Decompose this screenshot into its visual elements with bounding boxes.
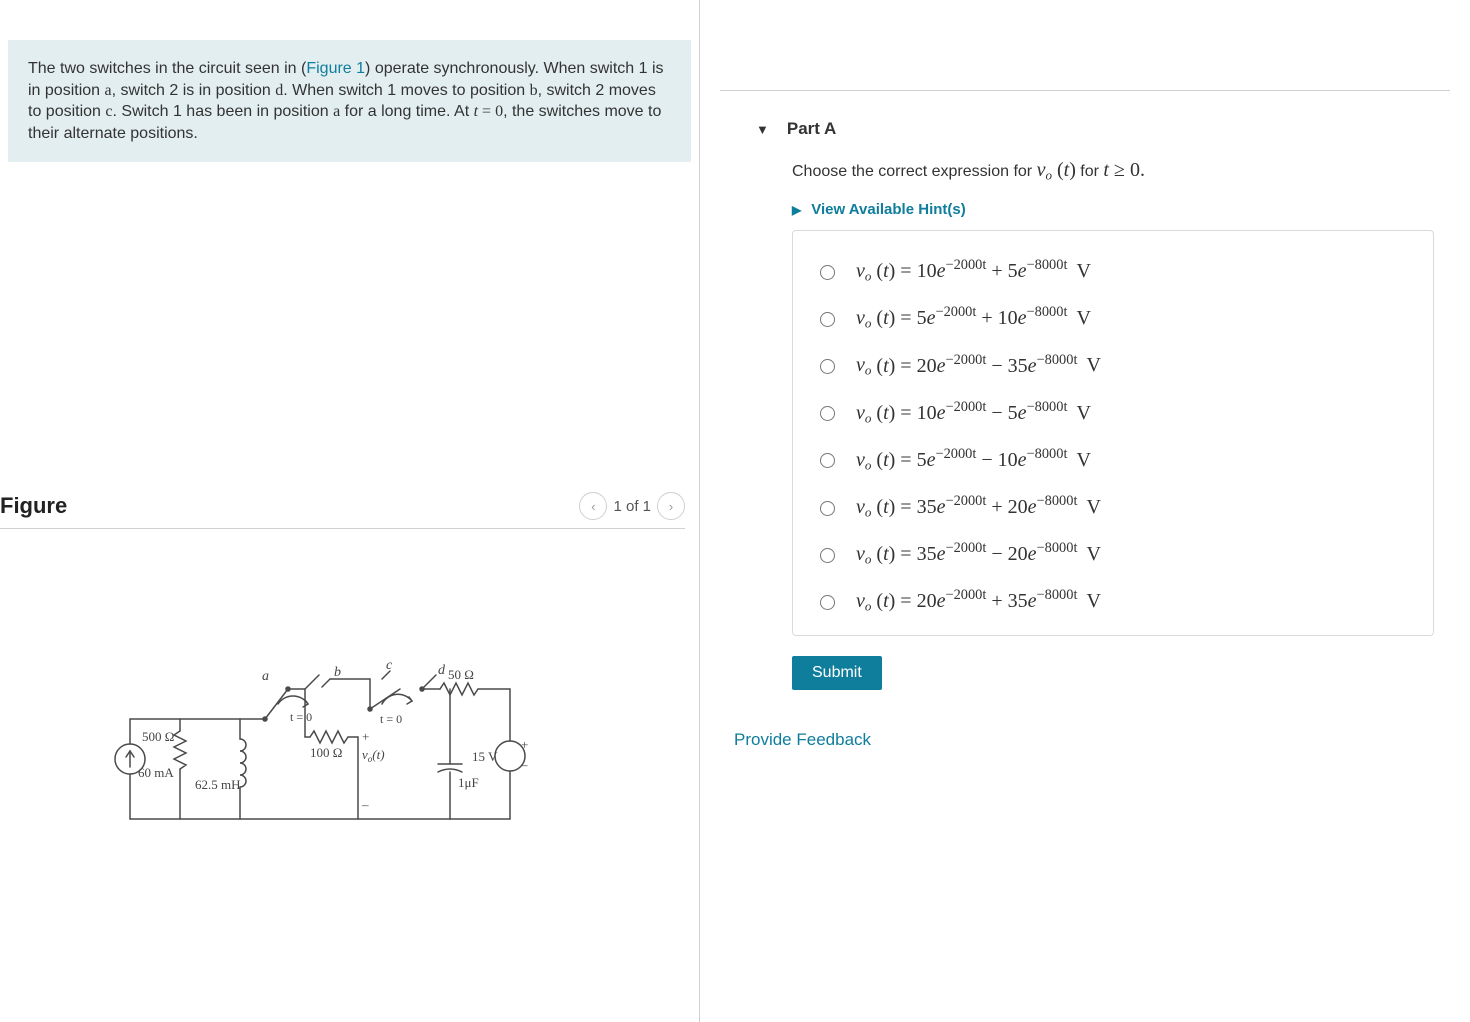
option-7-label: vo (t) = 35e−2000t − 20e−8000t V [856, 540, 1101, 567]
caret-right-icon: ▶ [792, 203, 801, 217]
figure-prev-button[interactable]: ‹ [579, 492, 607, 520]
problem-text-pre: The two switches in the circuit seen in … [28, 60, 306, 77]
option-6-label: vo (t) = 35e−2000t + 20e−8000t V [856, 493, 1101, 520]
view-hints-button[interactable]: ▶ View Available Hint(s) [792, 201, 1450, 218]
label-src-minus: – [520, 757, 528, 772]
label-i60: 60 mA [138, 765, 174, 780]
left-column: The two switches in the circuit seen in … [0, 0, 700, 1022]
option-7[interactable]: vo (t) = 35e−2000t − 20e−8000t V [811, 530, 1415, 577]
label-r100: 100 Ω [310, 745, 342, 760]
label-c: c [386, 658, 393, 673]
option-3[interactable]: vo (t) = 20e−2000t − 35e−8000t V [811, 342, 1415, 389]
label-vo-minus: – [361, 797, 369, 812]
circuit-diagram: a b c d t = 0 t = 0 500 Ω 60 mA 62.5 mH … [0, 649, 699, 849]
option-3-radio[interactable] [820, 359, 835, 374]
problem-statement: The two switches in the circuit seen in … [8, 40, 691, 162]
chevron-right-icon: › [669, 499, 673, 514]
option-5[interactable]: vo (t) = 5e−2000t − 10e−8000t V [811, 436, 1415, 483]
option-1-label: vo (t) = 10e−2000t + 5e−8000t V [856, 257, 1091, 284]
figure-page-label: 1 of 1 [613, 498, 651, 515]
option-1-radio[interactable] [820, 265, 835, 280]
option-5-label: vo (t) = 5e−2000t − 10e−8000t V [856, 446, 1091, 473]
figure-next-button[interactable]: › [657, 492, 685, 520]
question-text: Choose the correct expression for vo (t)… [792, 159, 1450, 183]
option-3-label: vo (t) = 20e−2000t − 35e−8000t V [856, 352, 1101, 379]
label-r500: 500 Ω [142, 729, 174, 744]
provide-feedback-link[interactable]: Provide Feedback [734, 730, 871, 750]
chevron-left-icon: ‹ [591, 499, 595, 514]
figure-title: Figure [0, 493, 67, 519]
right-column: ▼ Part A Choose the correct expression f… [700, 0, 1470, 1022]
label-vo: vo(t) [362, 747, 385, 764]
hints-label: View Available Hint(s) [811, 201, 966, 218]
option-6[interactable]: vo (t) = 35e−2000t + 20e−8000t V [811, 483, 1415, 530]
submit-button[interactable]: Submit [792, 656, 882, 690]
label-inductor: 62.5 mH [195, 777, 241, 792]
option-6-radio[interactable] [820, 501, 835, 516]
option-2-radio[interactable] [820, 312, 835, 327]
figure-link[interactable]: Figure 1 [306, 60, 365, 77]
part-header[interactable]: ▼ Part A [756, 119, 1450, 139]
option-4[interactable]: vo (t) = 10e−2000t − 5e−8000t V [811, 389, 1415, 436]
option-1[interactable]: vo (t) = 10e−2000t + 5e−8000t V [811, 247, 1415, 294]
option-7-radio[interactable] [820, 548, 835, 563]
label-t0-2: t = 0 [380, 712, 402, 726]
label-t0-1: t = 0 [290, 710, 312, 724]
question-mid: for [1076, 163, 1104, 180]
option-5-radio[interactable] [820, 453, 835, 468]
figure-divider [0, 528, 685, 529]
label-b: b [334, 665, 341, 680]
label-r50: 50 Ω [448, 667, 474, 682]
question-pre: Choose the correct expression for [792, 163, 1037, 180]
option-4-label: vo (t) = 10e−2000t − 5e−8000t V [856, 399, 1091, 426]
right-divider [720, 90, 1450, 91]
option-8[interactable]: vo (t) = 20e−2000t + 35e−8000t V [811, 577, 1415, 624]
label-src-plus: + [521, 737, 528, 752]
caret-down-icon: ▼ [756, 122, 769, 137]
label-vo-plus: + [362, 729, 369, 744]
part-label: Part A [787, 119, 836, 139]
label-v15: 15 V [472, 749, 498, 764]
label-d: d [438, 663, 446, 678]
option-4-radio[interactable] [820, 406, 835, 421]
label-a: a [262, 669, 269, 684]
answer-options: vo (t) = 10e−2000t + 5e−8000t V vo (t) =… [792, 230, 1434, 635]
option-2[interactable]: vo (t) = 5e−2000t + 10e−8000t V [811, 294, 1415, 341]
label-cap: 1μF [458, 775, 479, 790]
option-8-label: vo (t) = 20e−2000t + 35e−8000t V [856, 587, 1101, 614]
option-2-label: vo (t) = 5e−2000t + 10e−8000t V [856, 304, 1091, 331]
option-8-radio[interactable] [820, 595, 835, 610]
figure-pager: ‹ 1 of 1 › [579, 492, 685, 520]
